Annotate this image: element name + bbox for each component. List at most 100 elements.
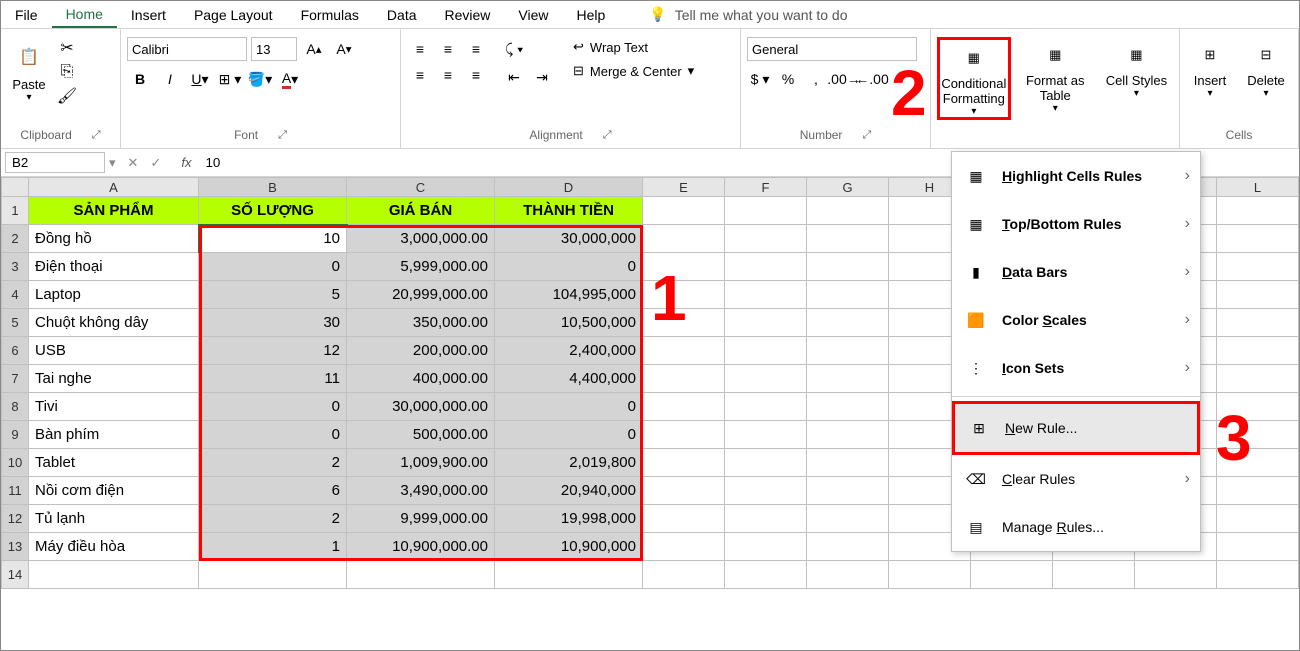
cell-a10[interactable]: Tablet (29, 449, 199, 477)
border-button[interactable]: ⊞ ▾ (217, 67, 243, 91)
clipboard-launcher[interactable]: ⤢ (92, 129, 101, 142)
cell-i14[interactable] (971, 561, 1053, 589)
row-header-14[interactable]: 14 (1, 561, 29, 589)
font-color-button[interactable]: A ▾ (277, 67, 303, 91)
cf-icon-sets[interactable]: ⋮ Icon Sets › (952, 344, 1200, 392)
cf-color-scales[interactable]: 🟧 Color Scales › (952, 296, 1200, 344)
cell-c9[interactable]: 500,000.00 (347, 421, 495, 449)
delete-cells-button[interactable]: ⊟ Delete ▾ (1242, 37, 1290, 99)
cell-c2[interactable]: 3,000,000.00 (347, 225, 495, 253)
cell-f10[interactable] (725, 449, 807, 477)
increase-font-button[interactable]: A▴ (301, 37, 327, 61)
cell-d2[interactable]: 30,000,000 (495, 225, 643, 253)
cell-e2[interactable] (643, 225, 725, 253)
cell-a3[interactable]: Điện thoại (29, 253, 199, 281)
cell-e8[interactable] (643, 393, 725, 421)
cell-f7[interactable] (725, 365, 807, 393)
cell-b14[interactable] (199, 561, 347, 589)
cell-e1[interactable] (643, 197, 725, 225)
number-format-combo[interactable] (747, 37, 917, 61)
underline-button[interactable]: U ▾ (187, 67, 213, 91)
cell-f2[interactable] (725, 225, 807, 253)
cell-f5[interactable] (725, 309, 807, 337)
fx-label[interactable]: fx (173, 155, 199, 170)
cell-g14[interactable] (807, 561, 889, 589)
name-box[interactable] (5, 152, 105, 173)
cell-b9[interactable]: 0 (199, 421, 347, 449)
cell-l1[interactable] (1217, 197, 1299, 225)
cell-d9[interactable]: 0 (495, 421, 643, 449)
cell-k14[interactable] (1135, 561, 1217, 589)
cf-manage-rules[interactable]: ▤ Manage Rules... (952, 503, 1200, 551)
cell-b10[interactable]: 2 (199, 449, 347, 477)
align-center-button[interactable]: ≡ (435, 63, 461, 87)
cell-b12[interactable]: 2 (199, 505, 347, 533)
decrease-font-button[interactable]: A▾ (331, 37, 357, 61)
cell-d5[interactable]: 10,500,000 (495, 309, 643, 337)
cell-e13[interactable] (643, 533, 725, 561)
row-header-11[interactable]: 11 (1, 477, 29, 505)
cell-styles-button[interactable]: ▦ Cell Styles ▾ (1100, 37, 1173, 99)
cell-l6[interactable] (1217, 337, 1299, 365)
tab-data[interactable]: Data (373, 3, 431, 27)
cell-l2[interactable] (1217, 225, 1299, 253)
col-header-c[interactable]: C (347, 177, 495, 197)
row-header-3[interactable]: 3 (1, 253, 29, 281)
cf-highlight-cells-rules[interactable]: ▦ Highlight Cells Rules › (952, 152, 1200, 200)
cell-e9[interactable] (643, 421, 725, 449)
wrap-text-button[interactable]: ↩Wrap Text (567, 37, 700, 57)
cell-f3[interactable] (725, 253, 807, 281)
font-name-combo[interactable] (127, 37, 247, 61)
bold-button[interactable]: B (127, 67, 153, 91)
cell-l12[interactable] (1217, 505, 1299, 533)
cell-g13[interactable] (807, 533, 889, 561)
align-middle-button[interactable]: ≡ (435, 37, 461, 61)
cell-b8[interactable]: 0 (199, 393, 347, 421)
cell-f9[interactable] (725, 421, 807, 449)
cell-d4[interactable]: 104,995,000 (495, 281, 643, 309)
conditional-formatting-button[interactable]: ▦ Conditional Formatting ▾ (937, 37, 1011, 120)
col-header-f[interactable]: F (725, 177, 807, 197)
cell-c12[interactable]: 9,999,000.00 (347, 505, 495, 533)
cell-a14[interactable] (29, 561, 199, 589)
tab-help[interactable]: Help (563, 3, 620, 27)
paste-button[interactable]: 📋 Paste ▾ (7, 37, 51, 103)
tab-view[interactable]: View (504, 3, 562, 27)
tab-review[interactable]: Review (431, 3, 505, 27)
cell-d6[interactable]: 2,400,000 (495, 337, 643, 365)
cell-c4[interactable]: 20,999,000.00 (347, 281, 495, 309)
tell-me-search[interactable]: 💡 Tell me what you want to do (649, 6, 847, 23)
cell-d10[interactable]: 2,019,800 (495, 449, 643, 477)
cf-new-rule[interactable]: ⊞ New Rule... (955, 404, 1197, 452)
cell-g11[interactable] (807, 477, 889, 505)
row-header-7[interactable]: 7 (1, 365, 29, 393)
cell-b11[interactable]: 6 (199, 477, 347, 505)
cell-a1[interactable]: SẢN PHẨM (29, 197, 199, 225)
cell-g8[interactable] (807, 393, 889, 421)
cell-e11[interactable] (643, 477, 725, 505)
cell-c1[interactable]: GIÁ BÁN (347, 197, 495, 225)
cell-b1[interactable]: SỐ LƯỢNG (199, 197, 347, 225)
copy-button[interactable]: ⎘ (55, 61, 79, 83)
cell-g9[interactable] (807, 421, 889, 449)
cell-b7[interactable]: 11 (199, 365, 347, 393)
cell-e7[interactable] (643, 365, 725, 393)
cell-c8[interactable]: 30,000,000.00 (347, 393, 495, 421)
fill-color-button[interactable]: 🪣▾ (247, 67, 273, 91)
format-painter-button[interactable]: 🖌 (55, 85, 79, 107)
col-header-b[interactable]: B (199, 177, 347, 197)
col-header-a[interactable]: A (29, 177, 199, 197)
cell-a6[interactable]: USB (29, 337, 199, 365)
cell-l5[interactable] (1217, 309, 1299, 337)
cell-f14[interactable] (725, 561, 807, 589)
row-header-2[interactable]: 2 (1, 225, 29, 253)
cell-c14[interactable] (347, 561, 495, 589)
cell-f4[interactable] (725, 281, 807, 309)
decrease-indent-button[interactable]: ⇤ (501, 65, 527, 89)
cell-c13[interactable]: 10,900,000.00 (347, 533, 495, 561)
cell-d13[interactable]: 10,900,000 (495, 533, 643, 561)
font-launcher[interactable]: ⤢ (278, 129, 287, 142)
align-bottom-button[interactable]: ≡ (463, 37, 489, 61)
cell-f6[interactable] (725, 337, 807, 365)
accounting-format-button[interactable]: $ ▾ (747, 67, 773, 91)
